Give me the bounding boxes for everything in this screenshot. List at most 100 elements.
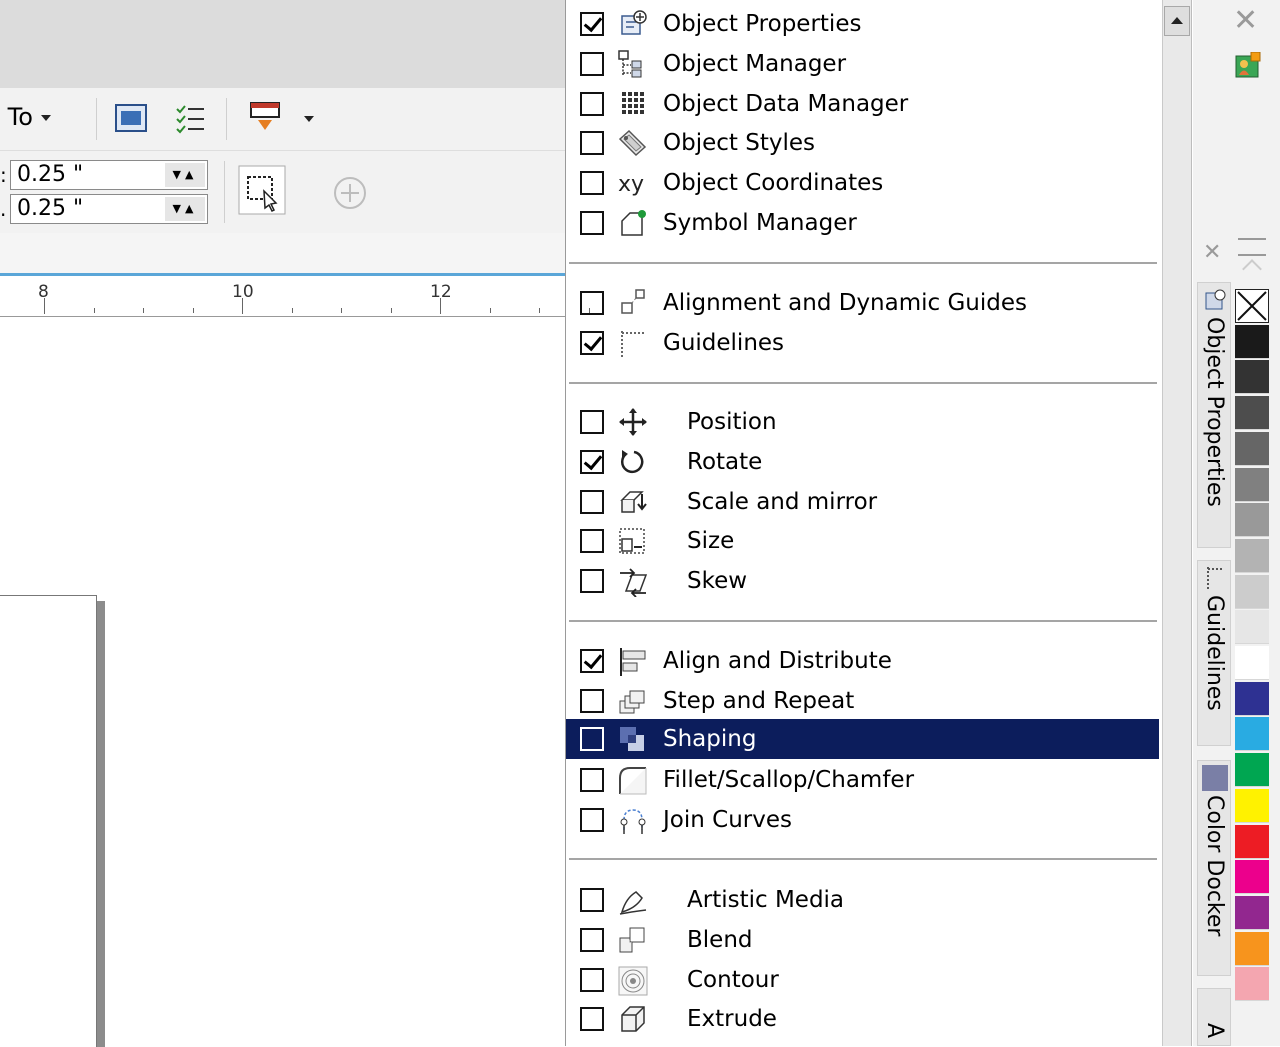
menu-checkbox[interactable] xyxy=(580,768,604,793)
color-swatch[interactable] xyxy=(1235,467,1269,502)
close-icon[interactable]: ✕ xyxy=(1233,6,1258,36)
menu-item-scale-and-mirror[interactable]: Scale and mirror xyxy=(566,482,1159,522)
color-swatch[interactable] xyxy=(1235,717,1269,752)
menu-item-label: Extrude xyxy=(687,1006,777,1033)
menu-item-fillet-scallop-chamfer[interactable]: Fillet/Scallop/Chamfer xyxy=(566,760,1159,800)
chevron-up-icon[interactable] xyxy=(1242,259,1262,279)
menu-checkbox[interactable] xyxy=(580,12,604,36)
options-list-icon[interactable] xyxy=(174,102,206,134)
artistic-media-icon xyxy=(619,891,647,915)
menu-checkbox[interactable] xyxy=(580,171,604,196)
menu-item-position[interactable]: Position xyxy=(566,402,1159,442)
color-swatch[interactable] xyxy=(1235,788,1269,823)
treat-as-filled-icon[interactable] xyxy=(238,165,286,215)
menu-item-rotate[interactable]: Rotate xyxy=(566,442,1159,482)
menu-checkbox[interactable] xyxy=(580,529,604,554)
menu-checkbox[interactable] xyxy=(580,569,604,594)
tab-more[interactable]: A xyxy=(1197,988,1231,1046)
hints-icon[interactable] xyxy=(1235,52,1261,78)
contour-icon xyxy=(618,966,648,996)
menu-item-object-properties[interactable]: Object Properties xyxy=(566,4,1159,44)
page-icon[interactable] xyxy=(114,102,148,134)
menu-checkbox[interactable] xyxy=(580,688,604,713)
menu-checkbox[interactable] xyxy=(580,330,604,355)
scroll-up-button[interactable] xyxy=(1164,6,1190,36)
color-swatch[interactable] xyxy=(1235,824,1269,859)
menu-item-artistic-media[interactable]: Artistic Media xyxy=(566,880,1159,920)
color-swatch[interactable] xyxy=(1235,360,1269,395)
menu-item-skew[interactable]: Skew xyxy=(566,561,1159,601)
menu-checkbox[interactable] xyxy=(580,649,604,673)
color-swatch[interactable] xyxy=(1235,895,1269,930)
menu-item-alignment-and-dynamic-guides[interactable]: Alignment and Dynamic Guides xyxy=(566,283,1159,323)
launch-icon[interactable] xyxy=(248,100,282,136)
menu-item-label: Guidelines xyxy=(663,329,785,356)
menu-checkbox[interactable] xyxy=(580,291,604,315)
menu-item-label: Object Styles xyxy=(663,130,815,157)
menu-checkbox[interactable] xyxy=(580,808,604,833)
menu-checkbox[interactable] xyxy=(580,888,604,912)
dockers-menu: Object Properties Object Manager Object Da… xyxy=(565,0,1163,1046)
extrude-icon xyxy=(621,1006,645,1033)
position-icon xyxy=(619,408,647,436)
no-color-swatch[interactable] xyxy=(1235,289,1269,323)
title-bar xyxy=(0,0,565,88)
color-swatch[interactable] xyxy=(1235,396,1269,431)
menu-scrollbar[interactable] xyxy=(1162,0,1192,1046)
menu-checkbox[interactable] xyxy=(580,131,604,156)
menu-checkbox[interactable] xyxy=(580,1007,604,1032)
menu-item-join-curves[interactable]: Join Curves xyxy=(566,800,1159,840)
object-styles-icon xyxy=(618,130,647,157)
palette-menu-icon[interactable] xyxy=(1238,238,1266,256)
menu-checkbox[interactable] xyxy=(580,91,604,116)
color-swatch[interactable] xyxy=(1235,860,1269,895)
menu-checkbox[interactable] xyxy=(580,726,604,751)
color-swatch[interactable] xyxy=(1235,324,1269,359)
color-swatch[interactable] xyxy=(1235,503,1269,538)
menu-checkbox[interactable] xyxy=(580,51,604,76)
super-nudge-input[interactable]: 0.25 " ▼▲ xyxy=(10,194,208,224)
menu-item-shaping[interactable]: Shaping xyxy=(566,718,1159,759)
menu-item-object-coordinates[interactable]: xy Object Coordinates xyxy=(566,163,1159,203)
launch-dropdown-icon[interactable] xyxy=(304,116,314,122)
menu-checkbox[interactable] xyxy=(580,489,604,514)
color-swatch[interactable] xyxy=(1235,610,1269,645)
ruler-tick xyxy=(291,308,293,313)
menu-item-label: Fillet/Scallop/Chamfer xyxy=(663,767,915,794)
menu-item-extrude[interactable]: Extrude xyxy=(566,999,1159,1039)
menu-item-object-styles[interactable]: Object Styles xyxy=(566,123,1159,163)
menu-item-step-and-repeat[interactable]: Step and Repeat xyxy=(566,681,1159,721)
tab-object-properties[interactable]: Object Properties xyxy=(1197,282,1231,548)
tab-color-docker[interactable]: Color Docker xyxy=(1197,760,1231,976)
menu-item-size[interactable]: Size xyxy=(566,521,1159,561)
scale-mirror-icon xyxy=(620,490,647,513)
spin-arrows-icon[interactable]: ▼▲ xyxy=(165,197,205,221)
color-swatch[interactable] xyxy=(1235,967,1269,1002)
menu-checkbox[interactable] xyxy=(580,211,604,235)
menu-checkbox[interactable] xyxy=(580,927,604,952)
color-swatch[interactable] xyxy=(1235,931,1269,966)
menu-item-symbol-manager[interactable]: Symbol Manager xyxy=(566,203,1159,243)
color-swatch[interactable] xyxy=(1235,538,1269,573)
nudge-distance-input[interactable]: 0.25 " ▼▲ xyxy=(10,160,208,190)
menu-item-object-manager[interactable]: Object Manager xyxy=(566,44,1159,84)
menu-checkbox[interactable] xyxy=(580,410,604,434)
menu-item-object-data-manager[interactable]: Object Data Manager xyxy=(566,84,1159,124)
menu-item-blend[interactable]: Blend xyxy=(566,920,1159,960)
menu-item-guidelines[interactable]: Guidelines xyxy=(566,323,1159,363)
add-icon[interactable] xyxy=(332,175,368,211)
color-swatch[interactable] xyxy=(1235,574,1269,609)
color-swatch[interactable] xyxy=(1235,681,1269,716)
snap-to-dropdown[interactable]: To xyxy=(0,103,51,131)
menu-item-align-and-distribute[interactable]: Align and Distribute xyxy=(566,641,1159,681)
color-swatch[interactable] xyxy=(1235,753,1269,788)
menu-checkbox[interactable] xyxy=(580,449,604,474)
color-swatch[interactable] xyxy=(1235,646,1269,680)
menu-checkbox[interactable] xyxy=(580,967,604,992)
spin-arrows-icon[interactable]: ▼▲ xyxy=(165,163,205,187)
check-icon xyxy=(583,450,603,471)
menu-item-contour[interactable]: Contour xyxy=(566,960,1159,1000)
close-icon[interactable]: ✕ xyxy=(1203,240,1221,265)
tab-guidelines[interactable]: Guidelines xyxy=(1197,560,1231,746)
color-swatch[interactable] xyxy=(1235,431,1269,466)
